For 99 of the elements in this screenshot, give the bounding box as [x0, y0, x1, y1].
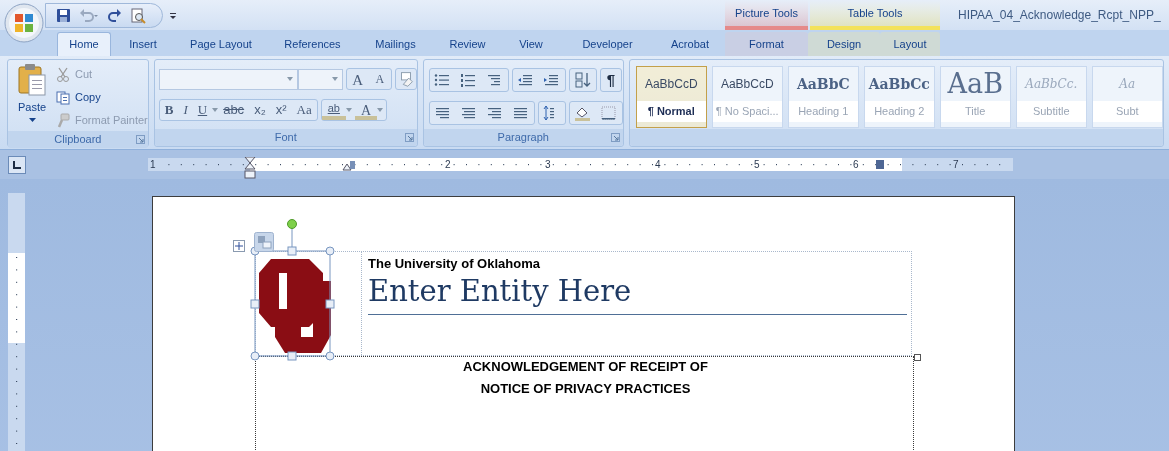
contextual-tab-group: Table Tools [810, 0, 940, 30]
align-left-icon[interactable] [433, 105, 452, 121]
shading-icon[interactable] [573, 105, 592, 121]
ribbon-tab[interactable]: Design [808, 32, 880, 56]
entity-title: Enter Entity Here [368, 272, 907, 315]
copy-icon [56, 90, 71, 105]
ruler-number: 2 [444, 158, 452, 171]
office-button[interactable] [4, 3, 44, 43]
align-center-icon[interactable] [459, 105, 478, 121]
group-label: Font [274, 130, 297, 146]
clear-formatting-icon[interactable] [394, 68, 417, 90]
paste-button[interactable]: Paste [8, 60, 56, 131]
numbered-list-icon[interactable] [459, 72, 478, 88]
superscript-button[interactable]: x² [270, 100, 292, 120]
font-name-field[interactable] [158, 68, 298, 90]
style-sample: Aa [1119, 76, 1136, 93]
borders-icon[interactable] [599, 105, 618, 121]
ribbon-tab[interactable]: Format [725, 32, 808, 56]
left-tab-icon [13, 160, 21, 169]
subscript-button[interactable]: x₂ [249, 100, 271, 120]
ribbon-tab[interactable]: Page Layout [175, 32, 267, 56]
style-gallery-item[interactable]: AaBbCcD ¶ No Spaci... [711, 66, 783, 128]
ribbon-tab[interactable]: Acrobat [655, 32, 725, 56]
style-label: ¶ Normal [636, 101, 706, 122]
highlight-button[interactable]: ab [321, 100, 346, 120]
dialog-launcher-icon[interactable] [610, 133, 620, 142]
right-indent-icon[interactable] [342, 160, 356, 171]
customize-toolbar-icon[interactable] [169, 12, 177, 20]
ribbon-tab[interactable]: View [502, 32, 560, 56]
ribbon-tab[interactable]: Insert [111, 32, 175, 56]
style-sample: AaBbCcD [720, 76, 774, 93]
dropdown-icon [331, 77, 338, 81]
selection-handles-drawing[interactable] [250, 218, 336, 363]
style-label: ¶ No Spaci... [712, 101, 782, 122]
dropdown-icon [286, 77, 293, 81]
style-gallery-item[interactable]: AaBbC Heading 1 [787, 66, 859, 128]
redo-icon[interactable] [107, 8, 122, 23]
ruler-number: 3 [544, 158, 552, 171]
ribbon-command[interactable]: Copy [56, 87, 148, 108]
column-marker-icon[interactable] [876, 160, 884, 169]
grow-font-button[interactable]: A [346, 69, 369, 89]
ribbon-tab[interactable]: References [267, 32, 358, 56]
style-label: Heading 1 [788, 101, 858, 122]
style-sample: AaBbCcD [644, 76, 698, 93]
caret-icon [28, 117, 36, 122]
ribbon-tab[interactable]: Developer [560, 32, 655, 56]
bold-button[interactable]: B [159, 100, 179, 120]
document-heading: NOTICE OF PRIVACY PRACTICES [479, 381, 691, 397]
sort-icon[interactable] [573, 72, 592, 88]
style-gallery-item[interactable]: AaBbCcD ¶ Normal [635, 66, 707, 128]
organization-name: The University of Oklahoma [368, 256, 541, 272]
scissors-icon [56, 67, 71, 82]
style-gallery-item[interactable]: AaBbCc Heading 2 [863, 66, 935, 128]
italic-button[interactable]: I [178, 100, 193, 120]
table-move-handle-icon[interactable] [233, 240, 245, 252]
save-icon[interactable] [56, 8, 71, 23]
group-label: Clipboard [54, 132, 102, 147]
table-resize-handle-icon[interactable] [914, 354, 921, 361]
style-sample: AaBbCc [868, 74, 930, 94]
strikethrough-button[interactable]: abc [218, 100, 250, 120]
ruler-number: 7 [952, 158, 960, 171]
show-formatting-marks-button[interactable]: ¶ [599, 68, 623, 92]
shrink-font-button[interactable]: A [368, 69, 391, 89]
ruler-number: 5 [753, 158, 761, 171]
ruler-number: 6 [852, 158, 860, 171]
document-heading: ACKNOWLEDGEMENT OF RECEIPT OF [462, 359, 708, 375]
window-title: HIPAA_04_Acknowledge_Rcpt_NPP_ [958, 7, 1162, 24]
dialog-launcher-icon[interactable] [404, 133, 414, 142]
change-case-button[interactable]: Aa [291, 100, 317, 120]
ribbon-tab[interactable]: Home [57, 32, 111, 56]
style-gallery-item[interactable]: AaB Title [939, 66, 1011, 128]
justify-icon[interactable] [511, 105, 530, 121]
style-label: Subt [1092, 101, 1162, 122]
print-preview-icon[interactable] [130, 7, 146, 24]
font-size-field[interactable] [297, 68, 343, 90]
font-color-button[interactable]: A [354, 100, 378, 120]
tab-selector-button[interactable] [8, 155, 26, 174]
ribbon-tab[interactable]: Mailings [358, 32, 433, 56]
style-sample: AaBbCc. [1025, 76, 1078, 93]
ruler-number: 4 [654, 158, 662, 171]
group-label: Paragraph [497, 130, 549, 146]
dialog-launcher-icon[interactable] [135, 135, 145, 144]
align-right-icon[interactable] [485, 105, 504, 121]
bullet-list-icon[interactable] [433, 72, 452, 88]
underline-button[interactable]: U [192, 100, 213, 120]
paintbrush-icon [56, 113, 71, 128]
style-sample: AaBbC [796, 74, 850, 94]
decrease-indent-icon[interactable] [516, 72, 535, 88]
ruler-number: 1 [149, 158, 157, 171]
horizontal-ruler[interactable]: 1 2 3 4 5 6 7 [148, 158, 1013, 171]
ribbon-tab[interactable]: Layout [880, 32, 940, 56]
clipboard-icon [17, 63, 47, 97]
indent-marker-icon[interactable] [244, 157, 256, 181]
style-label: Heading 2 [864, 101, 934, 122]
increase-indent-icon[interactable] [542, 72, 561, 88]
style-label: Subtitle [1016, 101, 1086, 122]
ribbon-tab[interactable]: Review [433, 32, 502, 56]
style-label: Title [940, 101, 1010, 122]
style-sample: AaB [947, 67, 1003, 101]
